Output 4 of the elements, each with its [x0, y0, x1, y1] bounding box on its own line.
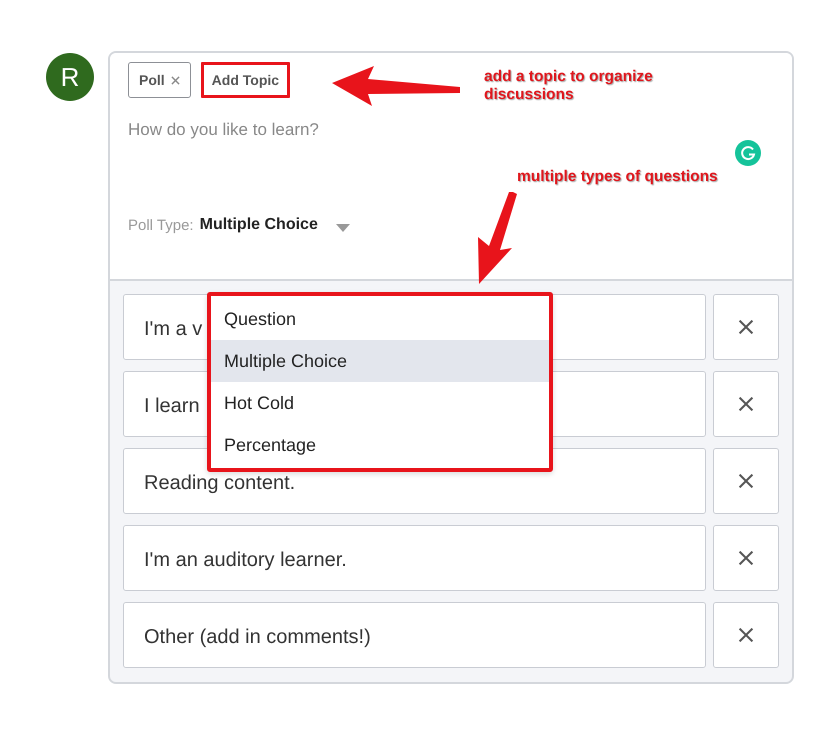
annotation-text: add a topic to organize discussions — [484, 68, 654, 104]
poll-type-label: Poll Type: — [128, 216, 194, 234]
user-avatar: R — [46, 53, 94, 101]
annotation-text: multiple types of questions — [517, 168, 718, 186]
